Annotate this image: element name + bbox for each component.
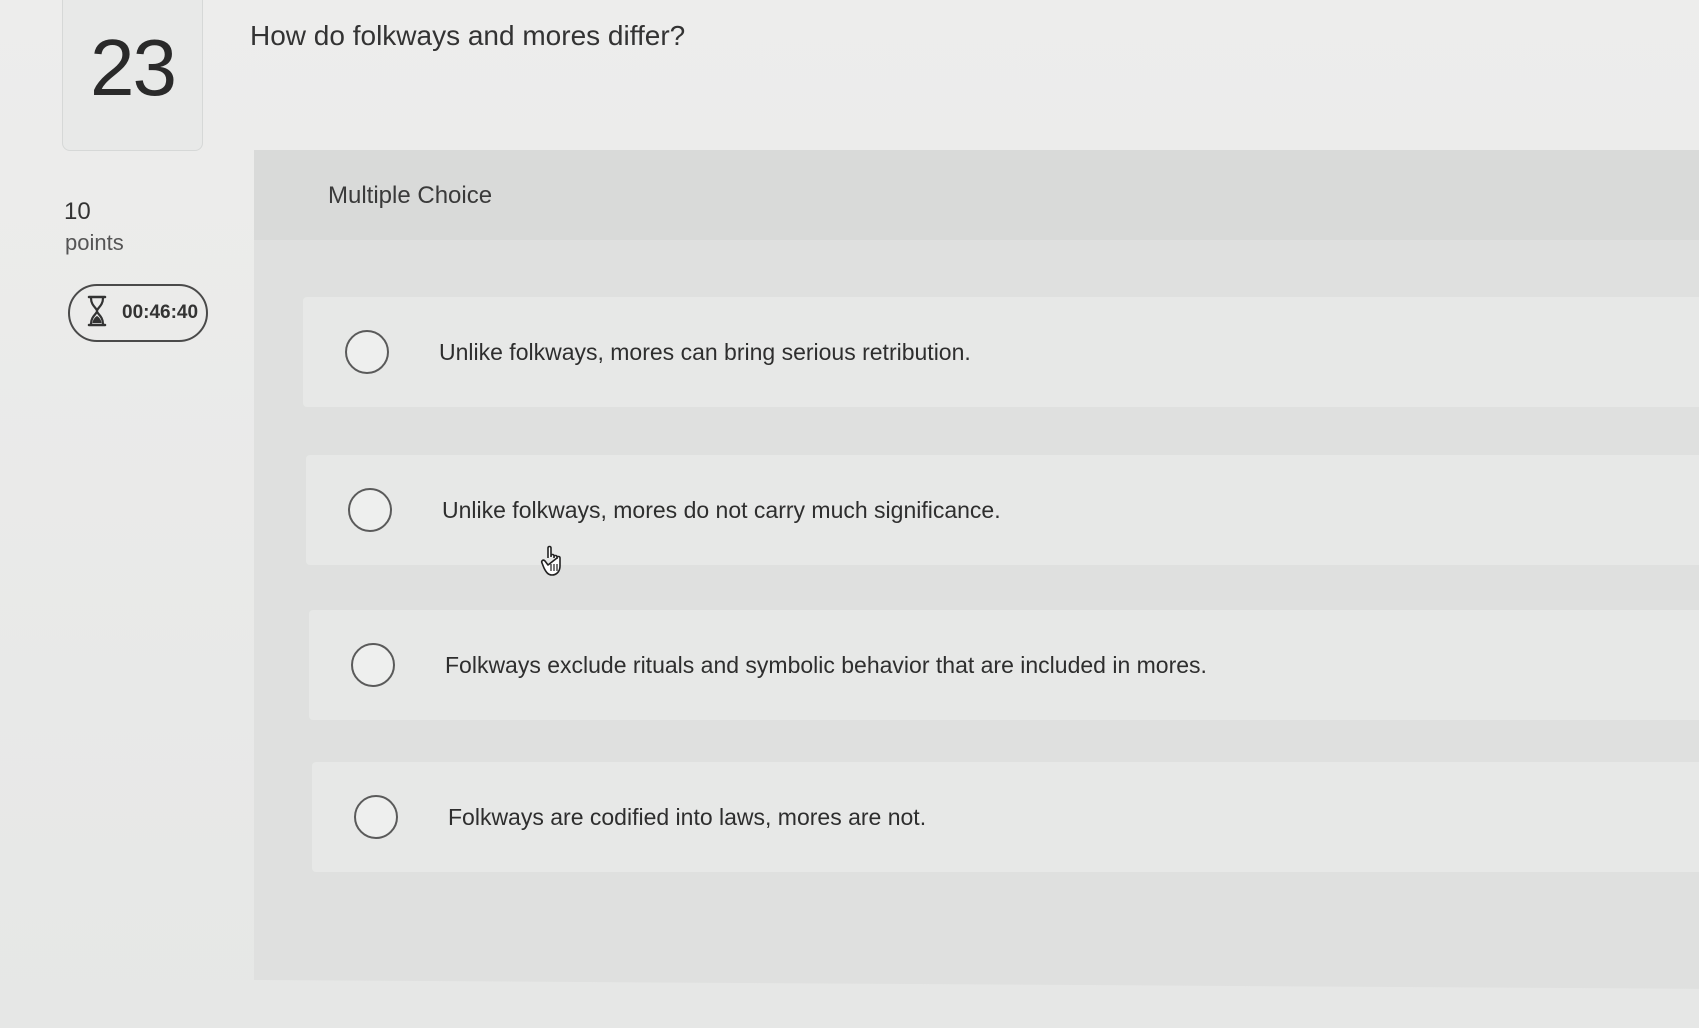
answer-option-label: Unlike folkways, mores can bring serious… [439, 338, 971, 365]
answer-option-label: Unlike folkways, mores do not carry much… [442, 496, 1001, 523]
question-number: 23 [90, 23, 177, 112]
timer-text: 00:46:40 [122, 302, 199, 323]
hand-pointer-icon [540, 544, 568, 578]
radio-button[interactable] [348, 488, 392, 532]
answer-option[interactable]: Folkways are codified into laws, mores a… [312, 762, 1699, 872]
radio-button[interactable] [354, 795, 398, 839]
hourglass-icon [86, 295, 108, 332]
answer-option[interactable]: Unlike folkways, mores do not carry much… [306, 455, 1699, 565]
answer-option-label: Folkways exclude rituals and symbolic be… [445, 651, 1207, 678]
radio-button[interactable] [351, 643, 395, 687]
answer-option-label: Folkways are codified into laws, mores a… [448, 803, 927, 830]
points-label: points [65, 230, 124, 255]
question-number-box: 23 [62, 0, 203, 151]
quiz-page: 23 How do folkways and mores differ? 10 … [0, 0, 1699, 1028]
question-type-label: Multiple Choice [328, 182, 493, 209]
answer-option[interactable]: Unlike folkways, mores can bring serious… [303, 297, 1699, 407]
radio-button[interactable] [345, 330, 389, 374]
answer-option[interactable]: Folkways exclude rituals and symbolic be… [309, 610, 1699, 720]
timer-badge: 00:46:40 [68, 284, 208, 342]
points-value: 10 [64, 198, 91, 225]
question-text: How do folkways and mores differ? [250, 20, 686, 51]
